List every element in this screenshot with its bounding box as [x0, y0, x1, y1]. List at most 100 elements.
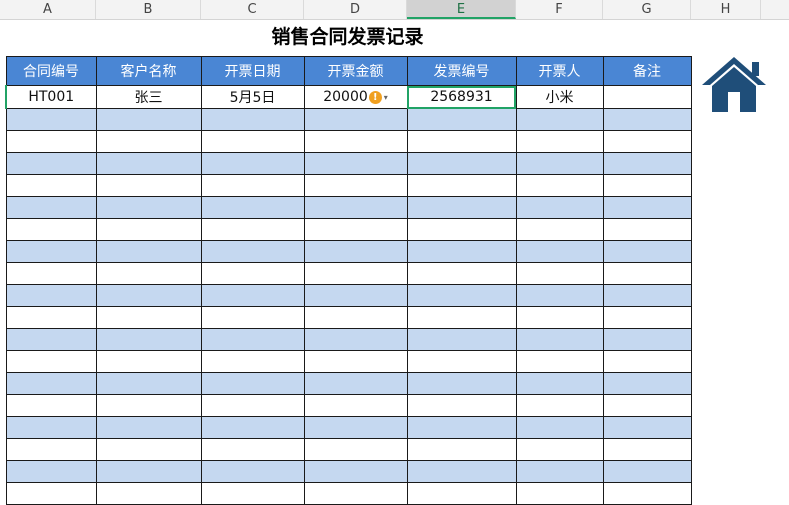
column-header-e[interactable]: E [407, 0, 516, 19]
empty-cell[interactable] [5, 174, 97, 197]
empty-cell[interactable] [303, 394, 408, 417]
empty-cell[interactable] [5, 416, 97, 439]
empty-cell[interactable] [406, 262, 517, 285]
empty-cell[interactable] [515, 306, 604, 329]
empty-cell[interactable] [200, 438, 305, 461]
empty-cell[interactable] [303, 218, 408, 241]
empty-cell[interactable] [200, 152, 305, 175]
empty-cell[interactable] [602, 328, 692, 351]
empty-cell[interactable] [406, 152, 517, 175]
empty-cell[interactable] [200, 306, 305, 329]
empty-cell[interactable] [303, 284, 408, 307]
column-header-b[interactable]: B [96, 0, 201, 19]
empty-cell[interactable] [95, 460, 202, 483]
empty-cell[interactable] [200, 394, 305, 417]
empty-cell[interactable] [602, 262, 692, 285]
empty-cell[interactable] [200, 350, 305, 373]
empty-cell[interactable] [5, 438, 97, 461]
cell-contract-no[interactable]: HT001 [5, 85, 97, 109]
empty-cell[interactable] [200, 482, 305, 505]
empty-cell[interactable] [602, 306, 692, 329]
empty-cell[interactable] [200, 218, 305, 241]
empty-cell[interactable] [5, 460, 97, 483]
empty-cell[interactable] [515, 174, 604, 197]
empty-cell[interactable] [200, 460, 305, 483]
empty-cell[interactable] [95, 372, 202, 395]
empty-cell[interactable] [406, 174, 517, 197]
cell-invoice-no[interactable]: 2568931 [406, 85, 517, 109]
empty-cell[interactable] [303, 482, 408, 505]
empty-cell[interactable] [303, 438, 408, 461]
empty-cell[interactable] [515, 196, 604, 219]
header-amount[interactable]: 开票金额 [303, 56, 408, 86]
empty-cell[interactable] [515, 240, 604, 263]
empty-cell[interactable] [406, 350, 517, 373]
empty-cell[interactable] [200, 240, 305, 263]
empty-cell[interactable] [95, 350, 202, 373]
empty-cell[interactable] [602, 372, 692, 395]
empty-cell[interactable] [200, 130, 305, 153]
empty-cell[interactable] [5, 196, 97, 219]
empty-cell[interactable] [95, 482, 202, 505]
empty-cell[interactable] [406, 108, 517, 131]
header-invoice-no[interactable]: 发票编号 [406, 56, 517, 86]
column-header-a[interactable]: A [0, 0, 96, 19]
empty-cell[interactable] [406, 438, 517, 461]
empty-cell[interactable] [406, 196, 517, 219]
empty-cell[interactable] [602, 416, 692, 439]
empty-cell[interactable] [602, 240, 692, 263]
empty-cell[interactable] [303, 196, 408, 219]
empty-cell[interactable] [5, 152, 97, 175]
empty-cell[interactable] [95, 262, 202, 285]
empty-cell[interactable] [406, 460, 517, 483]
empty-cell[interactable] [303, 130, 408, 153]
empty-cell[interactable] [515, 372, 604, 395]
empty-cell[interactable] [515, 328, 604, 351]
empty-cell[interactable] [406, 218, 517, 241]
empty-cell[interactable] [602, 130, 692, 153]
empty-cell[interactable] [5, 284, 97, 307]
empty-cell[interactable] [95, 152, 202, 175]
column-header-h[interactable]: H [691, 0, 761, 19]
column-header-g[interactable]: G [603, 0, 691, 19]
cell-customer[interactable]: 张三 [95, 85, 202, 109]
empty-cell[interactable] [406, 482, 517, 505]
empty-cell[interactable] [200, 262, 305, 285]
home-icon[interactable] [700, 54, 768, 114]
empty-cell[interactable] [303, 108, 408, 131]
empty-cell[interactable] [602, 218, 692, 241]
empty-cell[interactable] [515, 416, 604, 439]
empty-cell[interactable] [602, 196, 692, 219]
empty-cell[interactable] [200, 372, 305, 395]
empty-cell[interactable] [303, 350, 408, 373]
empty-cell[interactable] [515, 262, 604, 285]
column-header-d[interactable]: D [304, 0, 407, 19]
warning-icon[interactable]: ! [368, 90, 382, 104]
empty-cell[interactable] [303, 262, 408, 285]
empty-cell[interactable] [515, 394, 604, 417]
empty-cell[interactable] [515, 152, 604, 175]
empty-cell[interactable] [602, 152, 692, 175]
empty-cell[interactable] [406, 130, 517, 153]
empty-cell[interactable] [5, 350, 97, 373]
sheet-title[interactable]: 销售合同发票记录 [5, 20, 690, 55]
empty-cell[interactable] [5, 262, 97, 285]
empty-cell[interactable] [95, 306, 202, 329]
header-contract-no[interactable]: 合同编号 [5, 56, 97, 86]
empty-cell[interactable] [5, 218, 97, 241]
empty-cell[interactable] [95, 240, 202, 263]
empty-cell[interactable] [200, 196, 305, 219]
cell-date[interactable]: 5月5日 [200, 85, 305, 109]
empty-cell[interactable] [5, 394, 97, 417]
empty-cell[interactable] [200, 416, 305, 439]
empty-cell[interactable] [303, 328, 408, 351]
column-header-f[interactable]: F [516, 0, 603, 19]
header-issuer[interactable]: 开票人 [515, 56, 604, 86]
empty-cell[interactable] [5, 372, 97, 395]
empty-cell[interactable] [406, 284, 517, 307]
empty-cell[interactable] [95, 284, 202, 307]
empty-cell[interactable] [303, 306, 408, 329]
empty-cell[interactable] [602, 482, 692, 505]
empty-cell[interactable] [5, 328, 97, 351]
empty-cell[interactable] [406, 372, 517, 395]
